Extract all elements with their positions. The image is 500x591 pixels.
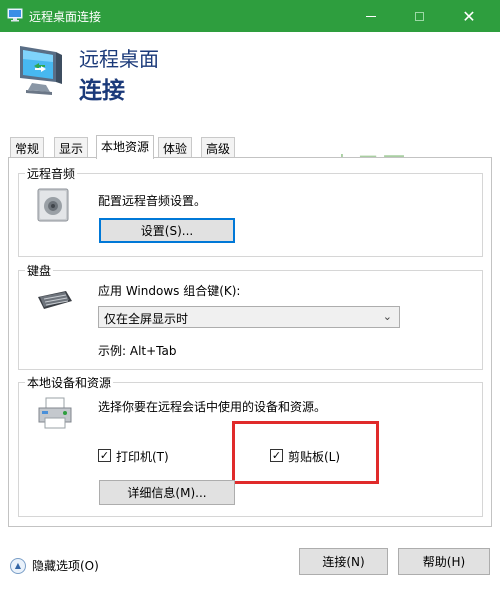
audio-settings-button[interactable]: 设置(S)... (99, 218, 235, 243)
hide-options-toggle[interactable]: ▲ 隐藏选项(O) (10, 557, 99, 574)
minimize-button[interactable] (348, 0, 394, 32)
minimize-icon (366, 15, 376, 17)
speaker-icon (37, 188, 69, 222)
connect-button[interactable]: 连接(N) (299, 548, 388, 575)
printer-label[interactable]: 打印机(T) (116, 448, 169, 465)
tab-general[interactable]: 常规 (10, 137, 45, 157)
tab-display[interactable]: 显示 (54, 137, 89, 157)
header-title-line1: 远程桌面 (79, 47, 159, 71)
printer-icon (38, 397, 72, 429)
group-remote-audio: 远程音频 (18, 165, 483, 257)
group-label-keyboard: 键盘 (25, 262, 54, 279)
close-button[interactable]: ✕ (446, 0, 492, 32)
maximize-icon (414, 11, 424, 21)
remote-desktop-icon (7, 8, 23, 22)
windows-keys-dropdown[interactable]: 仅在全屏显示时 ⌄ (98, 306, 400, 328)
tab-advanced[interactable]: 高级 (201, 137, 236, 157)
chevron-up-circle-icon: ▲ (10, 557, 26, 574)
help-button[interactable]: 帮助(H) (398, 548, 490, 575)
local-devices-description: 选择你要在远程会话中使用的设备和资源。 (98, 400, 327, 414)
window-title: 远程桌面连接 (29, 10, 102, 24)
title-bar: 远程桌面连接 ✕ (0, 0, 500, 32)
details-button[interactable]: 详细信息(M)... (99, 480, 235, 505)
keyboard-example: 示例: Alt+Tab (98, 344, 177, 358)
group-label-local-devices: 本地设备和资源 (25, 374, 114, 391)
maximize-button (396, 0, 442, 32)
chevron-down-icon: ⌄ (382, 310, 392, 323)
keyboard-description: 应用 Windows 组合键(K): (98, 284, 241, 298)
keyboard-icon (38, 291, 72, 309)
group-label-remote-audio: 远程音频 (25, 165, 78, 182)
highlight-annotation (232, 421, 379, 484)
dialog-header: 远程桌面 连接 (0, 32, 500, 110)
tab-experience[interactable]: 体验 (158, 137, 193, 157)
windows-keys-selected: 仅在全屏显示时 (104, 312, 189, 326)
audio-description: 配置远程音频设置。 (98, 194, 207, 208)
checkmark-icon: ✓ (99, 449, 110, 462)
header-title-line2: 连接 (79, 78, 125, 104)
printer-checkbox[interactable]: ✓ (98, 449, 111, 462)
tab-local-resources[interactable]: 本地资源 (96, 135, 155, 159)
hide-options-label: 隐藏选项(O) (32, 559, 99, 573)
close-icon: ✕ (462, 6, 476, 26)
remote-monitor-icon (20, 46, 62, 95)
